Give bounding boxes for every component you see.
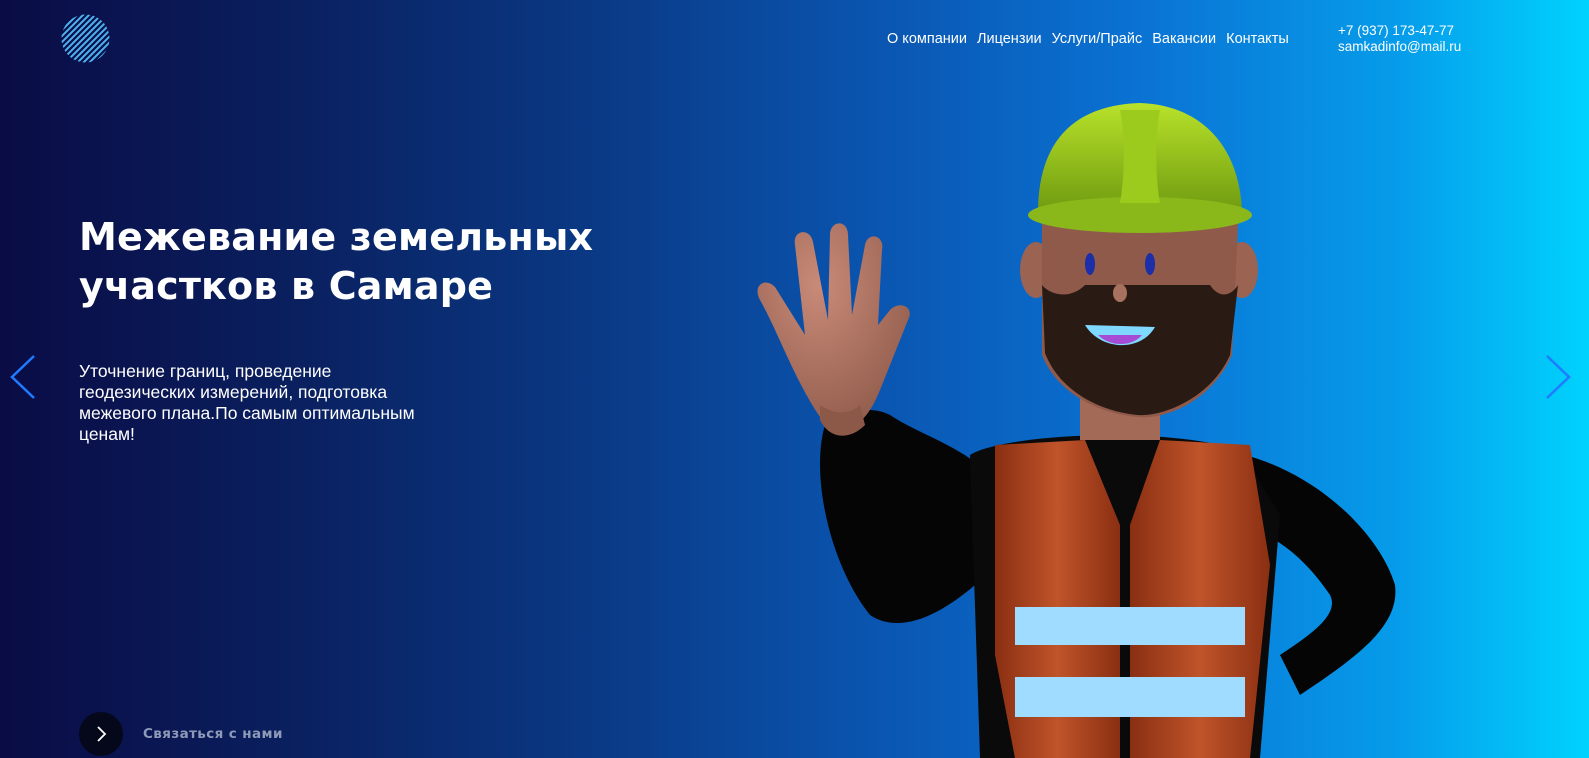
cta-circle[interactable] <box>79 712 123 756</box>
slider-next-button[interactable] <box>1543 354 1573 400</box>
nav-item-licenses[interactable]: Лицензии <box>977 31 1042 47</box>
chevron-right-icon <box>97 726 107 742</box>
phone-link[interactable]: +7 (937) 173-47-77 <box>1338 23 1461 39</box>
nav-item-about[interactable]: О компании <box>887 31 967 47</box>
company-logo[interactable] <box>61 14 110 63</box>
contact-us-button[interactable]: Связаться с нами <box>79 712 283 756</box>
hero-subtitle: Уточнение границ, проведение геодезическ… <box>79 361 415 444</box>
hero-title: Межевание земельных участков в Самаре <box>79 213 639 311</box>
slider-prev-button[interactable] <box>8 354 38 400</box>
nav-item-contacts[interactable]: Контакты <box>1226 31 1289 47</box>
chevron-right-icon <box>1546 355 1571 399</box>
cta-label[interactable]: Связаться с нами <box>143 726 283 742</box>
worker-illustration <box>757 103 1396 758</box>
hero-title-line-1: Межевание земельных <box>79 215 594 259</box>
header-contacts: +7 (937) 173-47-77 samkadinfo@mail.ru <box>1338 23 1461 55</box>
email-link[interactable]: samkadinfo@mail.ru <box>1338 39 1461 55</box>
chevron-left-icon <box>10 355 35 399</box>
main-nav: О компании Лицензии Услуги/Прайс Ваканси… <box>887 31 1289 47</box>
nav-item-services[interactable]: Услуги/Прайс <box>1052 31 1143 47</box>
nav-item-vacancies[interactable]: Вакансии <box>1152 31 1216 47</box>
hero-title-line-2: участков в Самаре <box>79 264 494 308</box>
